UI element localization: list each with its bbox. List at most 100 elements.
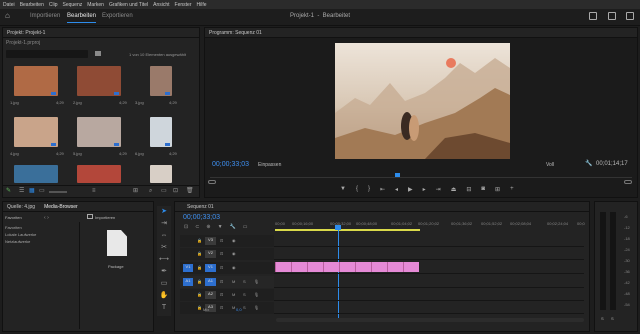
- mute-button[interactable]: M: [232, 305, 235, 310]
- quality-dropdown[interactable]: Voll: [546, 162, 554, 168]
- fit-dropdown[interactable]: Einpassen: [258, 162, 281, 168]
- icon-view-icon[interactable]: ▦: [29, 188, 35, 194]
- add-marker-icon[interactable]: ▼: [340, 186, 346, 194]
- menu-item[interactable]: Hilfe: [196, 2, 206, 8]
- forward-icon[interactable]: ›: [47, 215, 49, 221]
- sync-lock-icon[interactable]: ⊡: [220, 238, 223, 243]
- project-item-thumbnail[interactable]: [150, 165, 172, 183]
- tab-media-browser[interactable]: Media-Browser: [44, 204, 78, 210]
- timeline-timecode[interactable]: 00;00;33;03: [183, 214, 220, 221]
- lock-icon[interactable]: 🔒: [197, 279, 202, 284]
- camera-icon[interactable]: ◙: [481, 186, 485, 194]
- timeline-scrollbar[interactable]: [276, 318, 584, 322]
- freeform-view-icon[interactable]: ▭: [39, 188, 45, 194]
- track-select-icon[interactable]: ⇥: [157, 218, 171, 230]
- razor-icon[interactable]: ✂: [157, 242, 171, 254]
- go-to-in-icon[interactable]: ⇤: [380, 186, 385, 194]
- wrench-icon[interactable]: 🔧: [585, 161, 592, 167]
- extract-icon[interactable]: ⊟: [466, 186, 471, 194]
- tree-lokale-laufwerke[interactable]: Lokale Laufwerke: [5, 232, 79, 237]
- ripple-edit-icon[interactable]: ⇔: [157, 230, 171, 242]
- nest-icon[interactable]: ⊡: [184, 224, 188, 230]
- solo-button[interactable]: S: [243, 292, 246, 297]
- program-playhead[interactable]: [395, 173, 400, 177]
- source-patch[interactable]: A1: [183, 278, 193, 286]
- menu-item[interactable]: Sequenz: [63, 2, 83, 8]
- importers-checkbox[interactable]: [87, 214, 93, 219]
- project-item-thumbnail[interactable]: [77, 165, 121, 183]
- mic-icon[interactable]: 🎙: [254, 305, 259, 310]
- button-editor-icon[interactable]: +: [510, 186, 514, 194]
- step-back-icon[interactable]: ◂: [395, 186, 398, 194]
- eye-icon[interactable]: ◉: [232, 265, 236, 270]
- sync-lock-icon[interactable]: ⊡: [220, 305, 223, 310]
- pen-icon[interactable]: ✒: [157, 266, 171, 278]
- track-target-a2[interactable]: A2: [205, 291, 216, 299]
- solo-right[interactable]: S: [611, 316, 614, 321]
- step-forward-icon[interactable]: ▸: [423, 186, 426, 194]
- program-time-ruler[interactable]: [210, 172, 632, 178]
- source-patch[interactable]: V1: [183, 264, 193, 272]
- solo-button[interactable]: S: [243, 305, 246, 310]
- menu-item[interactable]: Ansicht: [153, 2, 169, 8]
- sequence-tab[interactable]: Sequenz 01: [187, 204, 214, 210]
- favorites-dropdown[interactable]: Favoriten: [5, 215, 22, 220]
- share-icon[interactable]: [608, 12, 616, 20]
- menu-item[interactable]: Fenster: [175, 2, 192, 8]
- find-icon[interactable]: ⌕: [149, 188, 152, 194]
- lock-icon[interactable]: 🔒: [197, 238, 202, 243]
- play-icon[interactable]: ▶: [408, 186, 413, 194]
- folder-icon[interactable]: [95, 51, 101, 56]
- workspaces-icon[interactable]: [589, 12, 597, 20]
- linked-icon[interactable]: ⊕: [206, 224, 210, 230]
- marker-icon[interactable]: ▼: [218, 224, 223, 230]
- project-item-thumbnail[interactable]: [14, 165, 58, 183]
- selection-tool-icon[interactable]: ➤: [157, 206, 171, 218]
- zoom-scroll-handle-right[interactable]: [624, 180, 632, 184]
- program-monitor-title[interactable]: Programm: Sequenz 01: [209, 30, 262, 36]
- sync-lock-icon[interactable]: ⊡: [220, 292, 223, 297]
- tab-quelle[interactable]: Quelle: 4.jpg: [7, 204, 35, 210]
- slip-icon[interactable]: ⟷: [157, 254, 171, 266]
- video-clip[interactable]: [275, 262, 419, 272]
- lock-icon[interactable]: 🔒: [197, 305, 202, 310]
- work-area-bar[interactable]: [275, 229, 420, 231]
- comparison-icon[interactable]: ⊞: [495, 186, 500, 194]
- tree-favoriten[interactable]: Favoriten: [5, 225, 79, 230]
- snap-icon[interactable]: ⊂: [195, 224, 199, 230]
- track-target-a1[interactable]: A1: [205, 278, 216, 286]
- rectangle-icon[interactable]: ▭: [157, 278, 171, 290]
- mic-icon[interactable]: 🎙: [254, 279, 259, 284]
- mark-out-icon[interactable]: }: [368, 186, 370, 194]
- type-icon[interactable]: T: [157, 302, 171, 314]
- new-item-icon[interactable]: ⊡: [173, 188, 178, 194]
- mute-button[interactable]: M: [232, 279, 235, 284]
- sync-lock-icon[interactable]: ⊡: [220, 251, 223, 256]
- mute-button[interactable]: M: [232, 292, 235, 297]
- lock-icon[interactable]: 🔒: [197, 251, 202, 256]
- fullscreen-icon[interactable]: [626, 12, 634, 20]
- new-bin-icon[interactable]: ▭: [161, 188, 167, 194]
- hand-icon[interactable]: ✋: [157, 290, 171, 302]
- playhead-handle[interactable]: [335, 225, 341, 230]
- menu-item[interactable]: Datei: [3, 2, 15, 8]
- sync-lock-icon[interactable]: ⊡: [220, 265, 223, 270]
- go-to-out-icon[interactable]: ⇥: [436, 186, 441, 194]
- zoom-scroll-handle-left[interactable]: [208, 180, 216, 184]
- list-view-icon[interactable]: ☰: [19, 188, 24, 194]
- track-target-v3[interactable]: V3: [205, 237, 216, 245]
- back-icon[interactable]: ‹: [44, 215, 46, 221]
- lock-icon[interactable]: 🔒: [197, 265, 202, 270]
- tree-netzlaufwerke[interactable]: Netzlaufwerke: [5, 239, 79, 244]
- project-title[interactable]: Projekt: Projekt-1: [7, 30, 45, 36]
- solo-left[interactable]: S: [601, 316, 604, 321]
- automate-icon[interactable]: ⊞: [133, 188, 138, 194]
- menu-item[interactable]: Marken: [87, 2, 104, 8]
- settings-icon[interactable]: 🔧: [230, 224, 236, 230]
- menu-item[interactable]: Bearbeiten: [20, 2, 44, 8]
- sync-lock-icon[interactable]: ⊡: [220, 279, 223, 284]
- trash-icon[interactable]: 🗑: [186, 188, 194, 194]
- program-timecode[interactable]: 00;00;33;03: [212, 161, 249, 168]
- track-target-v1[interactable]: V1: [205, 264, 216, 272]
- zoom-slider[interactable]: [49, 191, 67, 193]
